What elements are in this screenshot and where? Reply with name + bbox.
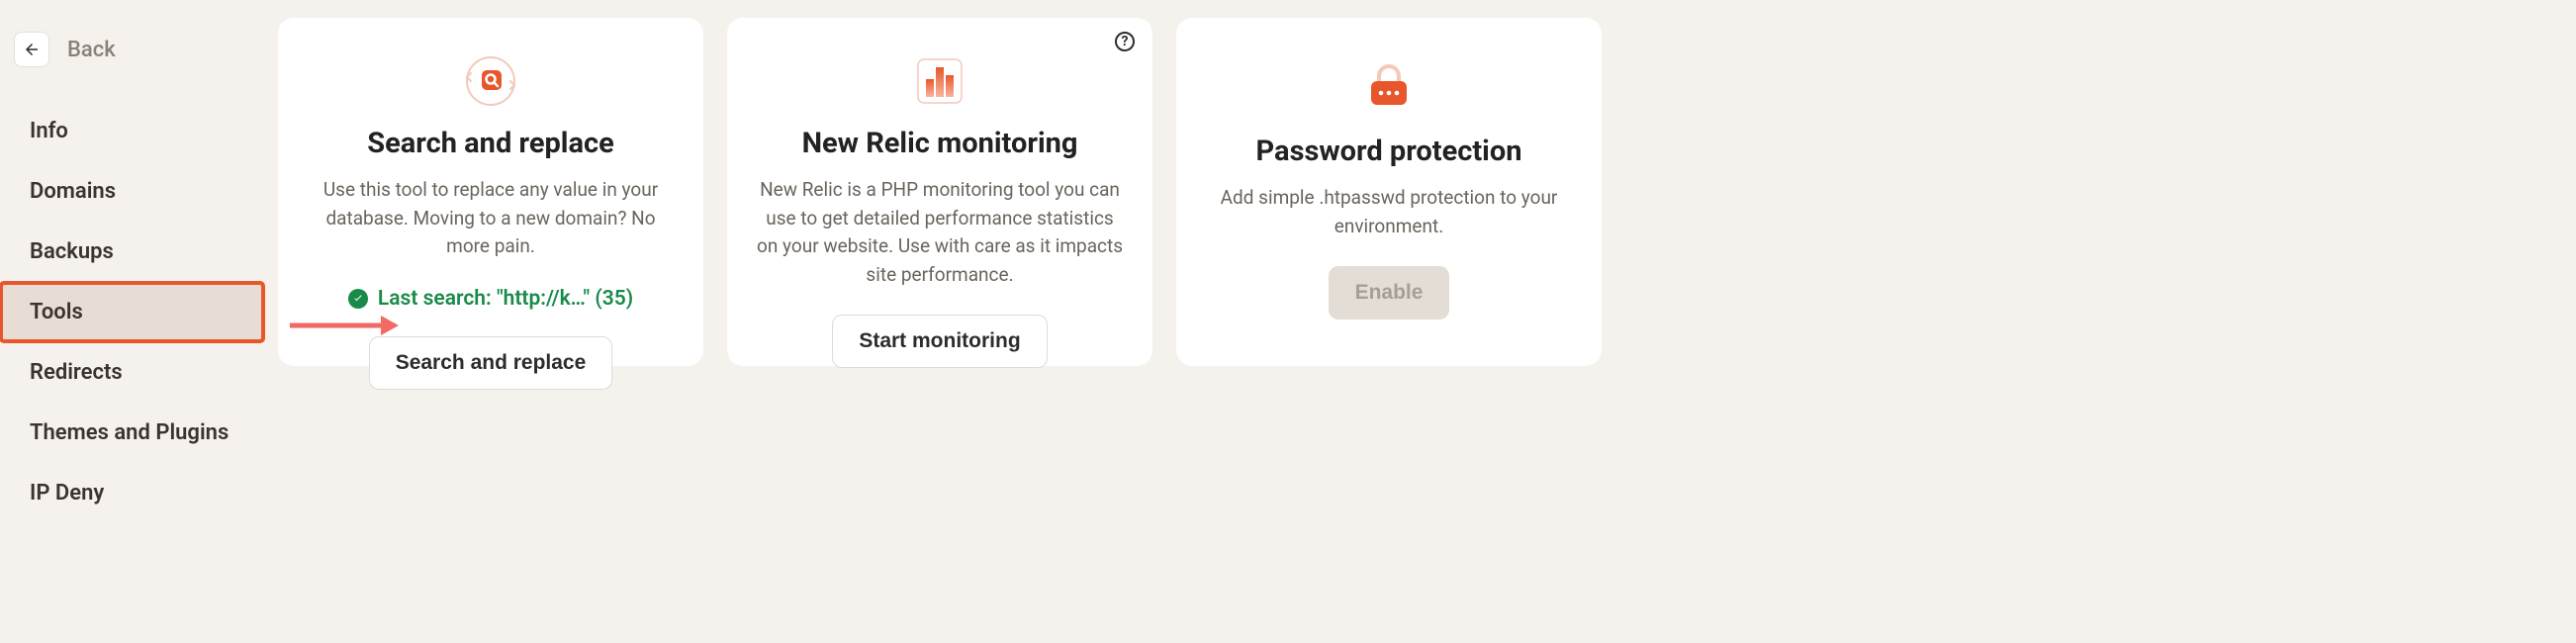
start-monitoring-button[interactable]: Start monitoring <box>832 315 1047 368</box>
last-search-status: Last search: "http://k…" (35) <box>348 287 633 311</box>
card-password-protection: Password protection Add simple .htpasswd… <box>1176 18 1602 366</box>
card-title: New Relic monitoring <box>802 127 1078 160</box>
back-button[interactable] <box>14 32 49 67</box>
search-replace-icon <box>463 53 518 109</box>
arrow-left-icon <box>23 41 41 58</box>
card-description: New Relic is a PHP monitoring tool you c… <box>757 176 1123 289</box>
last-search-text: Last search: "http://k…" (35) <box>378 287 633 311</box>
sidebar-item-domains[interactable]: Domains <box>0 161 264 222</box>
search-and-replace-button[interactable]: Search and replace <box>369 336 613 390</box>
lock-icon <box>1361 53 1417 117</box>
back-row: Back <box>0 18 264 101</box>
sidebar-item-backups[interactable]: Backups <box>0 222 264 282</box>
sidebar-item-tools[interactable]: Tools <box>0 282 264 342</box>
check-circle-icon <box>348 289 368 309</box>
card-description: Add simple .htpasswd protection to your … <box>1206 184 1572 240</box>
help-icon[interactable]: ? <box>1115 32 1135 51</box>
sidebar-item-ip-deny[interactable]: IP Deny <box>0 463 264 523</box>
back-label: Back <box>67 38 116 62</box>
card-new-relic: ? New Relic monitoring New Relic i <box>727 18 1152 366</box>
card-description: Use this tool to replace any value in yo… <box>308 176 674 261</box>
enable-button[interactable]: Enable <box>1329 266 1450 320</box>
nav: Info Domains Backups Tools Redirects The… <box>0 101 264 523</box>
cards-row: Search and replace Use this tool to repl… <box>264 0 2576 643</box>
card-search-replace: Search and replace Use this tool to repl… <box>278 18 703 366</box>
sidebar-item-themes-plugins[interactable]: Themes and Plugins <box>0 403 264 463</box>
callout-arrow-icon <box>290 313 399 338</box>
layout: Back Info Domains Backups Tools Redirect… <box>0 0 2576 643</box>
card-title: Search and replace <box>367 127 614 160</box>
sidebar: Back Info Domains Backups Tools Redirect… <box>0 0 264 643</box>
sidebar-item-redirects[interactable]: Redirects <box>0 342 264 403</box>
card-title: Password protection <box>1256 135 1522 168</box>
monitoring-icon <box>912 53 967 109</box>
sidebar-item-info[interactable]: Info <box>0 101 264 161</box>
